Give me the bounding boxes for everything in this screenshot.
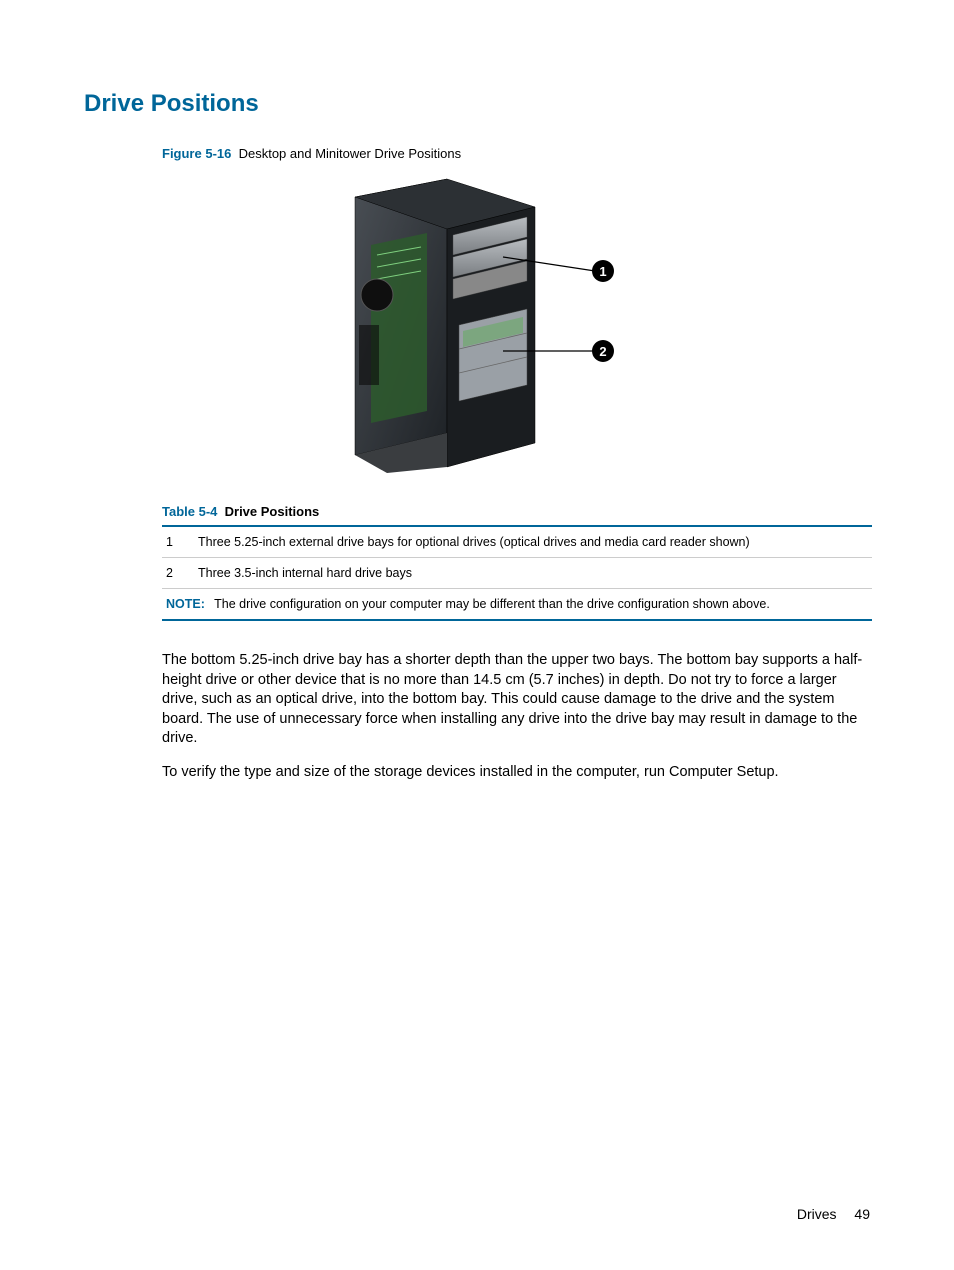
- page-heading: Drive Positions: [84, 90, 870, 118]
- footer-page: 49: [854, 1206, 870, 1222]
- drive-positions-figure: 1 2: [327, 175, 627, 475]
- figure-label: Figure 5-16: [162, 146, 231, 161]
- table-caption-text: Drive Positions: [225, 504, 320, 519]
- note-text: The drive configuration on your computer…: [214, 597, 770, 611]
- paragraph: The bottom 5.25-inch drive bay has a sho…: [162, 651, 872, 749]
- body-text: The bottom 5.25-inch drive bay has a sho…: [162, 651, 872, 782]
- drive-positions-table: 1 Three 5.25-inch external drive bays fo…: [162, 525, 872, 621]
- callout-2-label: 2: [599, 344, 606, 359]
- figure-caption: Figure 5-16 Desktop and Minitower Drive …: [162, 146, 870, 161]
- table-note-row: NOTE: The drive configuration on your co…: [162, 589, 872, 621]
- table-row: 2 Three 3.5-inch internal hard drive bay…: [162, 558, 872, 589]
- row-desc: Three 3.5-inch internal hard drive bays: [198, 566, 868, 580]
- row-desc: Three 5.25-inch external drive bays for …: [198, 535, 868, 549]
- row-index: 1: [166, 535, 198, 549]
- row-index: 2: [166, 566, 198, 580]
- note-label: NOTE:: [166, 597, 205, 611]
- footer-section: Drives: [797, 1206, 837, 1222]
- table-row: 1 Three 5.25-inch external drive bays fo…: [162, 525, 872, 558]
- page-footer: Drives 49: [797, 1206, 870, 1222]
- table-caption: Table 5-4 Drive Positions: [162, 504, 870, 519]
- table-label: Table 5-4: [162, 504, 217, 519]
- paragraph: To verify the type and size of the stora…: [162, 763, 872, 783]
- figure-caption-text: Desktop and Minitower Drive Positions: [239, 146, 462, 161]
- callout-1-label: 1: [599, 264, 606, 279]
